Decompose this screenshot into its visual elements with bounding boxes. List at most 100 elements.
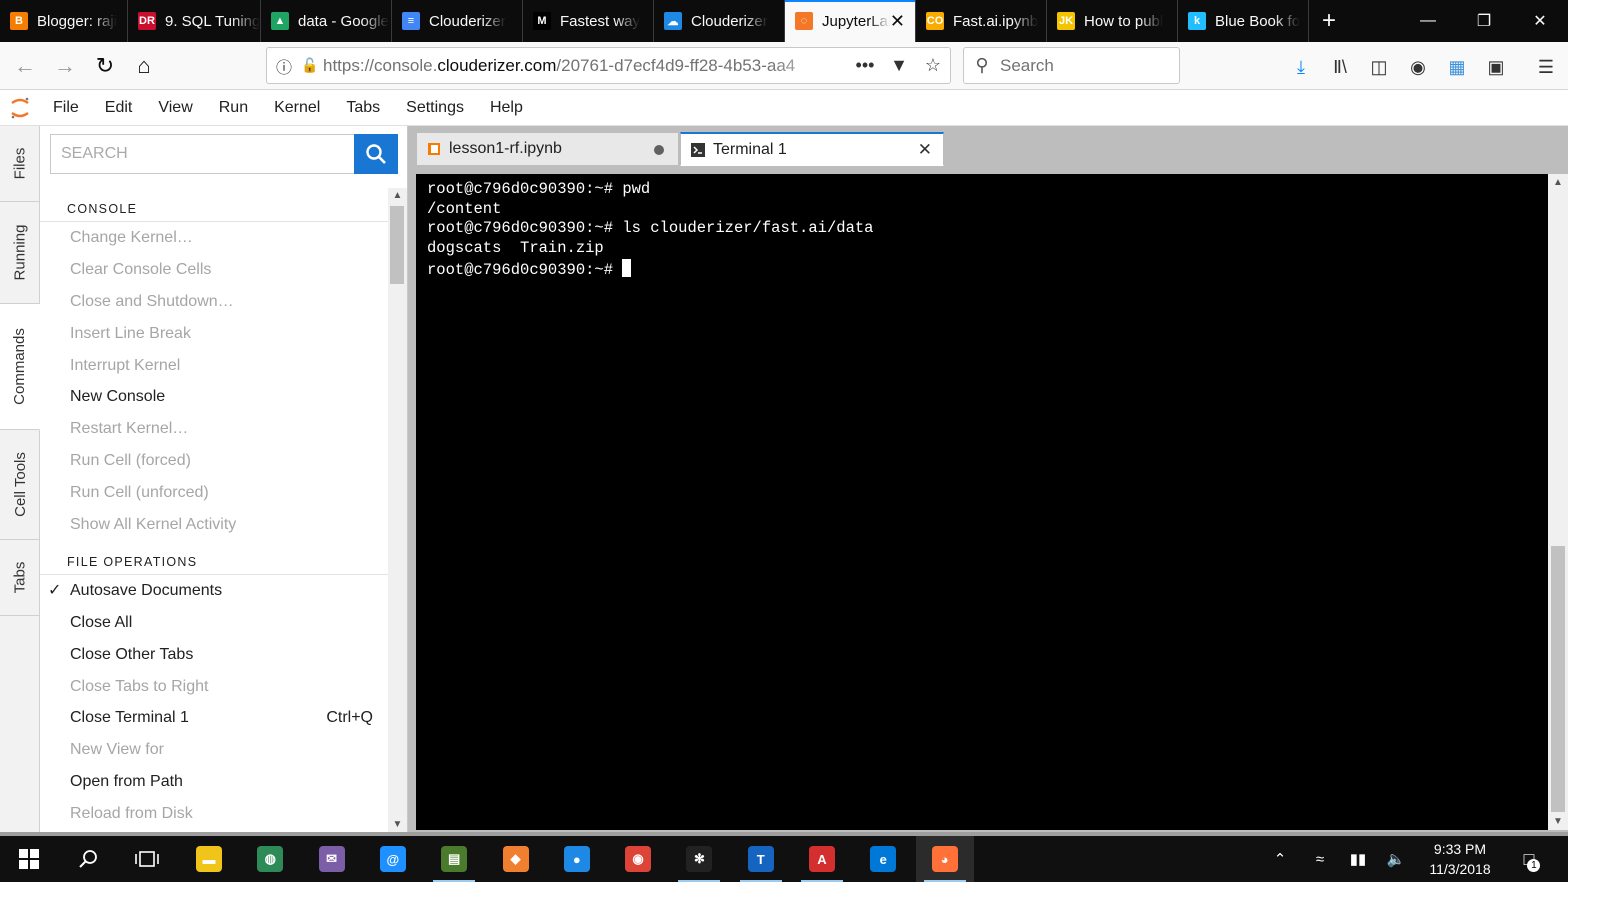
terminal-scrollbar[interactable]: ▲ ▼ [1548,174,1568,830]
wifi-icon[interactable]: ≈ [1306,836,1334,882]
close-window-button[interactable]: ✕ [1512,0,1568,42]
system-clock[interactable]: 9:33 PM 11/3/2018 [1418,839,1502,879]
browser-tab[interactable]: B Blogger: raji [0,0,128,42]
battery-icon[interactable]: ▮▮ [1344,836,1372,882]
side-tab-tabs[interactable]: Tabs [0,540,40,616]
tray-overflow-icon[interactable]: ⌃ [1266,836,1294,882]
browser-tab[interactable]: k Blue Book fo [1178,0,1309,42]
command-item[interactable]: New View for [40,734,388,766]
menu-view[interactable]: View [145,99,205,117]
command-item[interactable]: Run Cell (unforced) [40,477,388,509]
browser-tab[interactable]: ◌ JupyterLab ✕ [785,0,916,42]
reload-icon[interactable]: ↻ [88,50,122,82]
terminal-scroll-down-icon[interactable]: ▼ [1548,816,1568,827]
terminal-scroll-up-icon[interactable]: ▲ [1548,177,1568,188]
browser-tab[interactable]: CO Fast.ai.ipynb [916,0,1047,42]
restore-button[interactable]: ❐ [1456,0,1512,42]
command-item[interactable]: ✓ Autosave Documents [40,575,388,607]
color-extension-icon[interactable]: ◉ [1405,55,1431,79]
browser-tab[interactable]: ▲ data - Google [261,0,392,42]
taskbar-app[interactable]: @ [364,836,422,882]
taskbar-app[interactable]: ▬ [180,836,238,882]
terminal-output[interactable]: root@c796d0c90390:~# pwd/content root@c79… [416,174,1548,830]
forward-icon[interactable]: → [48,50,82,82]
taskbar-app[interactable]: ◉ [609,836,667,882]
browser-tab[interactable]: M Fastest way [523,0,654,42]
browser-tab[interactable]: ≡ Clouderizer [392,0,523,42]
command-search-input[interactable] [50,134,354,174]
web-search-bar[interactable]: ⚲ Search [963,47,1180,84]
library-icon[interactable]: Ⅱ\ [1327,55,1353,79]
menu-tabs[interactable]: Tabs [333,99,393,117]
side-tab-running[interactable]: Running [0,202,40,304]
taskbar-app[interactable]: ◆ [487,836,545,882]
downloads-icon[interactable]: ⤓ [1288,55,1314,79]
tab-notebook[interactable]: lesson1-rf.ipynb [416,132,679,166]
terminal-scroll-thumb[interactable] [1551,546,1565,812]
sidebar-icon[interactable]: ◫ [1366,55,1392,79]
taskbar-app[interactable]: A [793,836,851,882]
palette-scrollbar[interactable]: ▲ ▼ [388,188,407,832]
taskbar-app[interactable]: ▤ [425,836,483,882]
palette-scroll-thumb[interactable] [390,206,404,284]
command-item[interactable]: Insert Line Break [40,318,388,350]
pocket-extension-icon[interactable]: ▣ [1483,55,1509,79]
scroll-down-icon[interactable]: ▼ [388,819,407,830]
side-tab-commands[interactable]: Commands [0,304,40,430]
task-view-button[interactable] [118,836,176,882]
address-bar[interactable]: ⓘ 🔓 https://console.clouderizer.com/2076… [266,47,951,84]
taskbar-app[interactable]: ✻ [670,836,728,882]
scroll-up-icon[interactable]: ▲ [388,190,407,201]
menu-run[interactable]: Run [206,99,261,117]
command-item[interactable]: New Console [40,381,388,413]
site-info-icon[interactable]: ⓘ [267,54,301,78]
command-item[interactable]: Close Tabs to Right [40,671,388,703]
page-actions-icon[interactable]: ••• [848,55,882,76]
taskbar-search-button[interactable] [60,836,118,882]
volume-icon[interactable]: 🔈 [1382,836,1410,882]
close-tab-icon[interactable]: ✕ [918,140,932,160]
command-item[interactable]: Close and Shutdown… [40,286,388,318]
taskbar-app[interactable]: T [732,836,790,882]
bookmark-star-icon[interactable]: ☆ [916,55,950,76]
browser-tab[interactable]: JK How to publ [1047,0,1178,42]
browser-tab[interactable]: DR 9. SQL Tuning [128,0,261,42]
taskbar-app[interactable]: e [854,836,912,882]
screenshot-extension-icon[interactable]: ▦ [1444,55,1470,79]
command-item[interactable]: Reload from Disk [40,798,388,830]
taskbar-app[interactable]: ◍ [241,836,299,882]
close-tab-icon[interactable]: ✕ [890,11,905,32]
minimize-button[interactable]: — [1400,0,1456,42]
menu-help[interactable]: Help [477,99,536,117]
command-item[interactable]: Show All Kernel Activity [40,509,388,541]
command-item[interactable]: Restart Kernel… [40,413,388,445]
action-center-icon[interactable]: □ 1 [1512,836,1546,882]
insecure-lock-icon[interactable]: 🔓 [301,57,323,74]
command-item[interactable]: Close Other Tabs [40,639,388,671]
command-search-button[interactable] [354,134,398,174]
browser-tab[interactable]: ☁ Clouderizer [654,0,785,42]
menu-file[interactable]: File [40,99,92,117]
back-icon[interactable]: ← [8,50,42,82]
command-item[interactable]: Close Terminal 1 Ctrl+Q [40,702,388,734]
command-item[interactable]: Interrupt Kernel [40,350,388,382]
command-item[interactable]: Change Kernel… [40,222,388,254]
new-tab-button[interactable]: + [1309,0,1349,42]
pocket-icon[interactable]: ▼ [882,55,916,76]
taskbar-app[interactable]: ✉ [303,836,361,882]
command-item[interactable]: Run Cell (forced) [40,445,388,477]
command-item[interactable]: Open from Path [40,766,388,798]
menu-settings[interactable]: Settings [393,99,477,117]
url-text[interactable]: https://console.clouderizer.com/20761-d7… [323,56,848,76]
tab-terminal[interactable]: Terminal 1 ✕ [680,132,944,166]
command-item[interactable]: Close All [40,607,388,639]
unsaved-dot-icon[interactable] [654,145,664,155]
menu-icon[interactable]: ☰ [1533,55,1559,79]
command-item[interactable]: Clear Console Cells [40,254,388,286]
menu-kernel[interactable]: Kernel [261,99,333,117]
side-tab-files[interactable]: Files [0,126,40,202]
home-icon[interactable]: ⌂ [127,50,161,82]
start-button[interactable] [0,836,58,882]
taskbar-app[interactable]: ● [548,836,606,882]
side-tab-cell-tools[interactable]: Cell Tools [0,430,40,540]
